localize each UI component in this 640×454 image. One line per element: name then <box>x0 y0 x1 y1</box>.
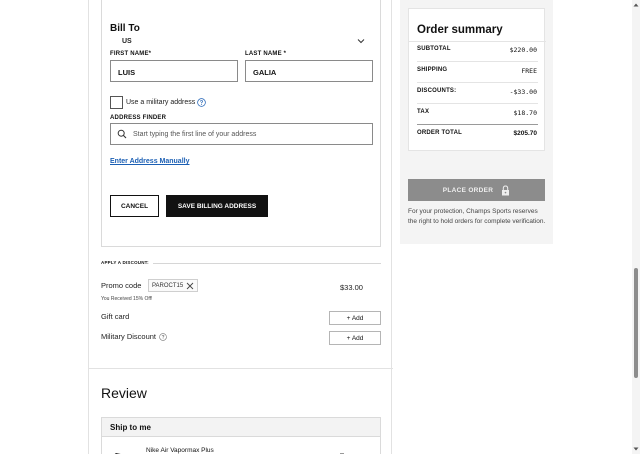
enter-address-manually-link[interactable]: Enter Address Manually <box>110 158 190 165</box>
scroll-up-arrow-icon[interactable] <box>633 2 639 8</box>
tax-row: TAX $18.70 <box>417 109 537 119</box>
military-address-checkbox[interactable] <box>110 95 123 109</box>
address-finder-label: ADDRESS FINDER <box>110 115 167 121</box>
shipping-value: FREE <box>521 67 537 75</box>
checkout-main-column: Bill To US FIRST NAME* LUIS LAST NAME * … <box>88 0 393 454</box>
close-icon[interactable] <box>186 282 194 290</box>
summary-divider <box>417 103 538 104</box>
military-discount-label: Military Discount <box>101 332 157 341</box>
apply-discount-heading: APPLY A DISCOUNT: <box>101 260 149 265</box>
product-name: Nike Air Vapormax Plus <box>146 447 214 454</box>
discounts-label: DISCOUNTS: <box>417 88 457 94</box>
order-summary-panel: Order summary SUBTOTAL $220.00 SHIPPING … <box>400 0 553 244</box>
subtotal-row: SUBTOTAL $220.00 <box>417 46 537 56</box>
military-address-row: Use a military address <box>110 95 206 109</box>
scroll-down-arrow-icon[interactable] <box>633 446 639 452</box>
order-summary-box: Order summary SUBTOTAL $220.00 SHIPPING … <box>408 8 546 151</box>
page-scrollbar[interactable] <box>632 0 640 454</box>
cancel-button[interactable]: CANCEL <box>110 195 159 217</box>
shipping-label: SHIPPING <box>417 67 448 73</box>
discounts-row: DISCOUNTS: -$33.00 <box>417 88 537 98</box>
first-name-field[interactable]: LUIS <box>110 60 238 82</box>
first-name-label: FIRST NAME* <box>110 51 152 57</box>
shipping-row: SHIPPING FREE <box>417 67 537 77</box>
subtotal-label: SUBTOTAL <box>417 46 451 52</box>
order-total-row: ORDER TOTAL $205.70 <box>417 130 537 140</box>
country-value: US <box>122 38 132 45</box>
last-name-field[interactable]: GALIA <box>245 60 373 82</box>
section-divider <box>89 368 393 369</box>
tax-value: $18.70 <box>513 109 537 117</box>
summary-divider <box>417 61 538 62</box>
promo-code-chip: PAROCT15 <box>148 279 199 292</box>
order-total-value: $205.70 <box>513 130 538 137</box>
promo-received-text: You Received 15% Off! <box>101 296 153 302</box>
summary-total-divider <box>417 124 538 125</box>
address-finder-placeholder: Start typing the first line of your addr… <box>133 130 257 138</box>
add-gift-card-button[interactable]: + Add <box>329 311 381 325</box>
chevron-down-icon <box>357 39 365 44</box>
checkout-page: Bill To US FIRST NAME* LUIS LAST NAME * … <box>0 0 640 454</box>
bill-to-card: Bill To US FIRST NAME* LUIS LAST NAME * … <box>101 0 381 247</box>
gift-card-label: Gift card <box>101 312 130 321</box>
place-order-label: PLACE ORDER <box>442 186 494 194</box>
promo-code-label: Promo code <box>101 281 142 290</box>
discount-divider <box>153 263 381 264</box>
tax-label: TAX <box>417 109 430 115</box>
order-summary-title: Order summary <box>417 24 503 36</box>
promo-amount: $33.00 <box>340 283 363 292</box>
add-military-discount-button[interactable]: + Add <box>329 331 381 345</box>
last-name-label: LAST NAME * <box>245 51 287 57</box>
place-order-button[interactable]: PLACE ORDER <box>408 179 545 201</box>
search-icon <box>117 129 127 139</box>
ship-to-me-header: Ship to me <box>102 418 380 437</box>
subtotal-value: $220.00 <box>509 46 537 54</box>
military-address-label: Use a military address <box>126 98 196 106</box>
scrollbar-thumb[interactable] <box>634 268 638 378</box>
promo-code-value: PAROCT15 <box>152 282 184 289</box>
summary-divider <box>417 82 538 83</box>
protection-note: For your protection, Champs Sports reser… <box>408 208 546 225</box>
military-discount-row: Military Discount <box>101 332 167 341</box>
address-finder-input[interactable]: Start typing the first line of your addr… <box>110 123 373 145</box>
ship-to-me-card: Ship to me Nike Air Vapormax Plus <box>101 417 381 454</box>
review-title: Review <box>101 385 147 401</box>
help-circle-icon[interactable] <box>197 97 206 107</box>
help-circle-icon[interactable] <box>159 332 167 341</box>
country-select[interactable]: US <box>110 37 372 49</box>
discounts-value: -$33.00 <box>509 88 537 96</box>
bill-to-title: Bill To <box>110 23 140 34</box>
order-total-label: ORDER TOTAL <box>417 130 462 136</box>
save-billing-address-button[interactable]: SAVE BILLING ADDRESS <box>166 195 268 217</box>
summary-title-divider <box>409 41 546 42</box>
lock-icon <box>502 184 510 195</box>
